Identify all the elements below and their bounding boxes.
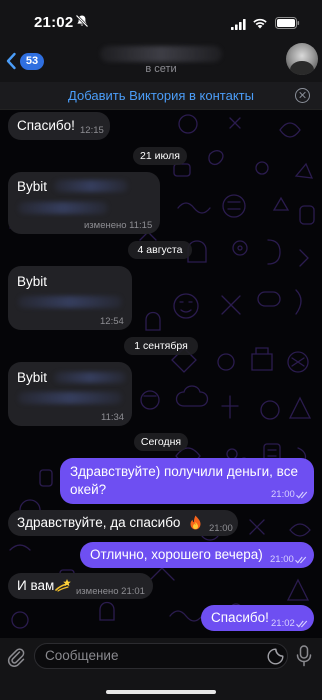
signal-icon xyxy=(231,19,246,30)
blurred-text xyxy=(54,372,126,383)
incoming-message[interactable]: И вам изменено 21:01 xyxy=(8,573,153,599)
message-text: И вам xyxy=(17,578,55,593)
close-icon[interactable] xyxy=(295,88,310,103)
double-check-icon xyxy=(295,556,307,564)
message-time: 21:02 xyxy=(271,618,295,629)
add-contact-link[interactable]: Добавить Виктория в контакты xyxy=(0,88,322,103)
message-text: Спасибо! xyxy=(17,118,75,133)
message-time: изменено 11:15 xyxy=(84,220,153,231)
message-text: Отлично, хорошего вечера) xyxy=(90,547,263,562)
dizzy-emoji-icon xyxy=(55,579,71,592)
date-separator: 21 июля xyxy=(133,147,187,165)
chat-header: 53 в сети xyxy=(0,40,322,82)
contact-status: в сети xyxy=(145,63,177,75)
blurred-text xyxy=(18,296,122,308)
fire-emoji-icon xyxy=(190,515,201,530)
outgoing-message[interactable]: Здравствуйте) получили деньги, все окей?… xyxy=(60,458,314,504)
message-time: 11:34 xyxy=(101,412,125,423)
attach-icon[interactable] xyxy=(7,647,25,667)
date-separator: 4 августа xyxy=(128,241,192,259)
sticker-icon[interactable] xyxy=(267,648,284,665)
message-text: Bybit xyxy=(17,274,48,289)
message-time: изменено 21:01 xyxy=(76,586,145,597)
blurred-text xyxy=(18,202,108,214)
message-time: 21:00 xyxy=(209,523,233,534)
mute-icon xyxy=(75,14,89,28)
add-contact-banner: Добавить Виктория в контакты xyxy=(0,82,322,110)
message-text-line2: окей? xyxy=(70,482,107,497)
wifi-icon xyxy=(253,18,267,29)
contact-name[interactable] xyxy=(100,46,222,62)
incoming-message[interactable]: Bybit 11:34 xyxy=(8,362,132,426)
message-text-line1: Здравствуйте) получили деньги, все xyxy=(70,464,298,479)
chat-area[interactable]: Спасибо! 12:15 21 июля Bybit изменено 11… xyxy=(0,110,322,638)
input-placeholder: Сообщение xyxy=(45,648,119,663)
message-time: 12:54 xyxy=(100,316,124,327)
microphone-icon[interactable] xyxy=(296,645,312,667)
battery-icon xyxy=(275,17,300,29)
message-text: Здравствуйте, да спасибо xyxy=(17,515,181,530)
message-input-bar: Сообщение xyxy=(0,638,322,700)
double-check-icon xyxy=(296,620,308,628)
message-text: Bybit xyxy=(17,179,48,194)
message-text: Спасибо! xyxy=(211,610,269,625)
incoming-message[interactable]: Здравствуйте, да спасибо 21:00 xyxy=(8,510,238,536)
incoming-message[interactable]: Bybit изменено 11:15 xyxy=(8,172,160,234)
message-text: Bybit xyxy=(17,370,48,385)
message-input[interactable]: Сообщение xyxy=(34,643,288,669)
status-bar: 21:02 xyxy=(0,0,322,40)
status-time: 21:02 xyxy=(34,14,74,31)
avatar[interactable] xyxy=(286,43,318,75)
double-check-icon xyxy=(296,491,308,499)
incoming-message[interactable]: Bybit 12:54 xyxy=(8,266,132,330)
incoming-message[interactable]: Спасибо! 12:15 xyxy=(8,112,110,140)
blurred-text xyxy=(54,180,128,192)
blurred-text xyxy=(18,392,122,404)
message-time: 21:00 xyxy=(271,489,295,500)
message-time: 21:00 xyxy=(270,554,294,565)
date-separator: 1 сентября xyxy=(124,337,198,355)
outgoing-message[interactable]: Отлично, хорошего вечера) 21:00 xyxy=(80,542,314,568)
home-indicator xyxy=(106,690,216,694)
message-time: 12:15 xyxy=(80,125,104,136)
date-separator: Сегодня xyxy=(134,433,188,451)
outgoing-message[interactable]: Спасибо! 21:02 xyxy=(201,605,314,631)
